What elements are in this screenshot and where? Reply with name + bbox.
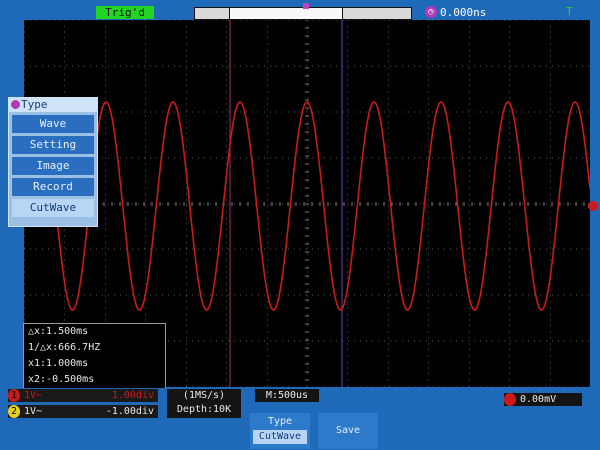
- timebase-readout[interactable]: M:500us: [255, 389, 319, 402]
- softkey-type-label: Type: [267, 416, 293, 427]
- menu-item-setting[interactable]: Setting: [12, 136, 94, 154]
- menu-dot-icon: [11, 100, 20, 109]
- trigger-position-readout: 0.000ns: [440, 6, 487, 19]
- run-status-indicator: T: [566, 5, 573, 18]
- softkey-type-value: CutWave: [253, 430, 307, 444]
- trigger-position-icon: ◷: [425, 6, 437, 18]
- ch2-icon: 2: [8, 405, 20, 418]
- ch2-coupling: 1V~: [24, 406, 43, 417]
- trigger-level-value: 0.00mV: [520, 394, 557, 405]
- ch2-scale: -1.00div: [105, 406, 154, 417]
- top-status-bar: Trig'd ◷ 0.000ns T: [0, 0, 600, 20]
- ch1-icon: 1: [8, 389, 20, 402]
- cursor-measurement-panel: △x:1.500ms 1/△x:666.7HZ x1:1.000ms x2:-0…: [23, 323, 166, 390]
- type-menu-header: Type: [9, 98, 97, 112]
- softkey-type[interactable]: Type CutWave: [250, 413, 310, 449]
- menu-item-cutwave[interactable]: CutWave: [12, 199, 94, 217]
- trigger-status-badge: Trig'd: [96, 6, 154, 19]
- acquisition-info: (1MS/s) Depth:10K: [167, 389, 241, 418]
- measure-x2: x2:-0.500ms: [28, 374, 95, 385]
- measure-frequency: 1/△x:666.7HZ: [28, 342, 101, 353]
- menu-item-record[interactable]: Record: [12, 178, 94, 196]
- ch2-info[interactable]: 2 1V~ -1.00div: [8, 405, 158, 418]
- type-menu-title: Type: [21, 98, 48, 111]
- trigger-edge-icon: [504, 393, 516, 406]
- softkey-save[interactable]: Save: [318, 413, 378, 449]
- ch1-scale: 1.00div: [111, 390, 154, 401]
- ch1-reference-marker-icon: [588, 201, 598, 211]
- menu-item-wave[interactable]: Wave: [12, 115, 94, 133]
- trigger-position-marker-icon: [303, 3, 309, 9]
- ch1-info[interactable]: 1 1V~ 1.00div: [8, 389, 158, 402]
- type-menu-panel: Type Wave Setting Image Record CutWave: [8, 97, 98, 227]
- menu-item-image[interactable]: Image: [12, 157, 94, 175]
- ch1-coupling: 1V~: [24, 390, 43, 401]
- trigger-level-readout[interactable]: 0.00mV: [504, 393, 582, 406]
- sample-rate: (1MS/s): [182, 390, 226, 401]
- measure-x1: x1:1.000ms: [28, 358, 89, 369]
- memory-depth: Depth:10K: [176, 404, 232, 415]
- memory-view-window: [229, 8, 343, 19]
- measure-delta-x: △x:1.500ms: [28, 326, 89, 337]
- memory-position-bar[interactable]: [194, 3, 412, 20]
